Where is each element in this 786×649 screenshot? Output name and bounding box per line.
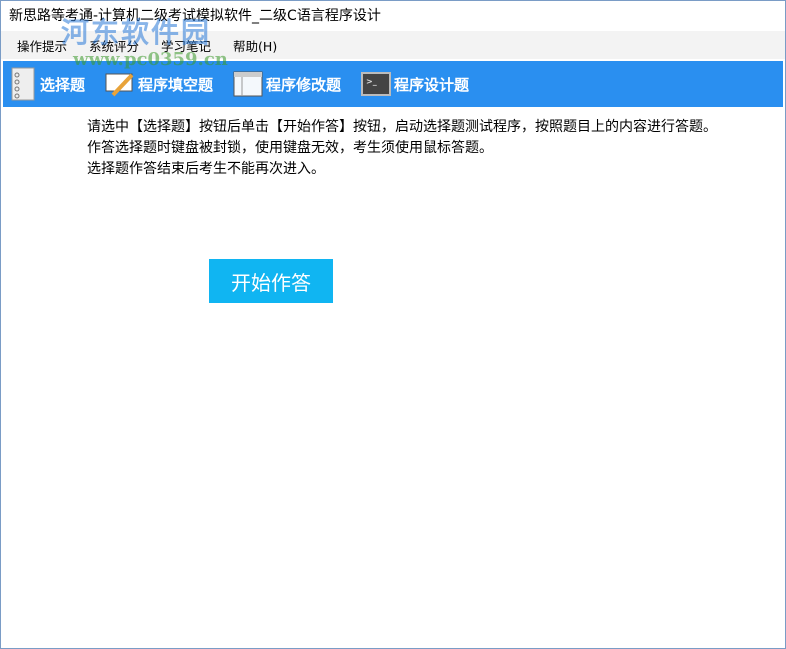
menu-item-notes[interactable]: 学习笔记 bbox=[161, 36, 211, 55]
instruction-line: 请选中【选择题】按钮后单击【开始作答】按钮，启动选择题测试程序，按照题目上的内容… bbox=[87, 119, 717, 135]
toolbar-fill-blank-button[interactable]: 程序填空题 bbox=[105, 71, 213, 97]
svg-text:>_: >_ bbox=[366, 77, 377, 86]
terminal-icon: >_ bbox=[361, 72, 392, 96]
toolbar-choice-button[interactable]: 选择题 bbox=[11, 67, 85, 101]
toolbar-fix-program-button[interactable]: 程序修改题 bbox=[233, 71, 341, 97]
instruction-line: 作答选择题时键盘被封锁，使用键盘无效，考生须使用鼠标答题。 bbox=[87, 140, 493, 156]
menu-bar: 操作提示 系统评分 学习笔记 帮助(H) bbox=[1, 31, 785, 59]
start-answer-button[interactable]: 开始作答 bbox=[209, 259, 333, 303]
toolbar-design-program-button[interactable]: >_ 程序设计题 bbox=[361, 72, 469, 96]
menu-item-help[interactable]: 帮助(H) bbox=[233, 36, 277, 55]
toolbar: 选择题 程序填空题 程序修改题 >_ 程序设计题 bbox=[3, 61, 783, 107]
window-icon bbox=[233, 71, 263, 97]
menu-item-tips[interactable]: 操作提示 bbox=[17, 36, 67, 55]
instructions: 请选中【选择题】按钮后单击【开始作答】按钮，启动选择题测试程序，按照题目上的内容… bbox=[55, 117, 775, 180]
window-title: 新思路等考通-计算机二级考试模拟软件_二级C语言程序设计 bbox=[1, 1, 785, 31]
checklist-icon bbox=[11, 67, 35, 101]
menu-item-score[interactable]: 系统评分 bbox=[89, 36, 139, 55]
pencil-edit-icon bbox=[105, 73, 134, 97]
instruction-line: 选择题作答结束后考生不能再次进入。 bbox=[87, 161, 325, 177]
